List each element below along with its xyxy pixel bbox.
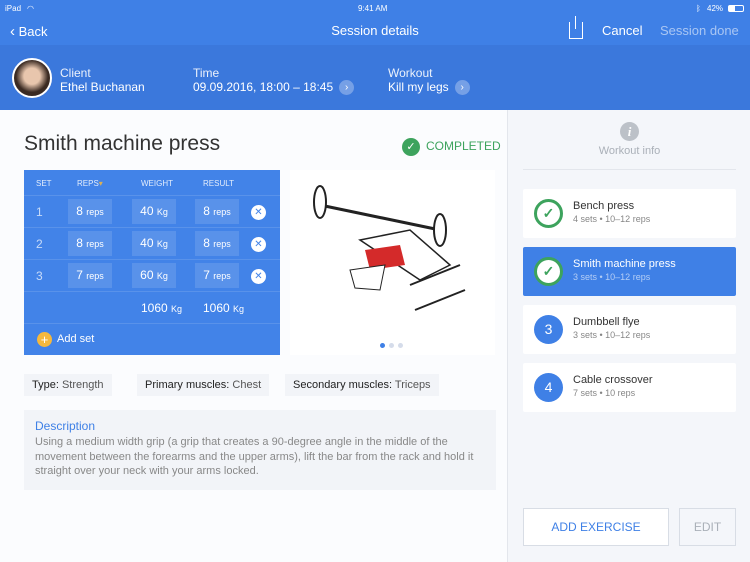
- exercise-card[interactable]: 3 Dumbbell flye 3 sets • 10–12 reps: [523, 305, 736, 354]
- exercise-sets: 3 sets • 10–12 reps: [573, 330, 651, 340]
- result-input[interactable]: 8 reps: [195, 231, 239, 256]
- navigation-bar: iPad ◠ 9:41 AM ᛒ 42% ‹ Back Session deta…: [0, 0, 750, 45]
- battery-level: 42%: [707, 4, 724, 13]
- description-title: Description: [35, 419, 96, 433]
- result-input[interactable]: 7 reps: [195, 263, 239, 288]
- check-circle-icon: ✓: [534, 199, 563, 228]
- secondary-muscles-tag: Secondary muscles: Triceps: [285, 374, 439, 396]
- client-info: Client Ethel Buchanan: [60, 66, 145, 94]
- exercise-name: Cable crossover: [573, 374, 653, 386]
- set-row: 3 7 reps 60 Kg 7 reps ✕: [24, 259, 280, 291]
- number-badge: 4: [534, 373, 563, 402]
- type-tag: Type: Strength: [24, 374, 112, 396]
- set-number: 2: [36, 237, 43, 251]
- back-button[interactable]: ‹ Back: [10, 23, 48, 40]
- add-set-button[interactable]: + Add set: [24, 323, 280, 355]
- col-result: RESULT: [203, 179, 234, 188]
- remove-set-icon[interactable]: ✕: [251, 269, 266, 284]
- chevron-right-icon[interactable]: ›: [339, 80, 355, 96]
- session-header: Client Ethel Buchanan Time 09.09.2016, 18:…: [0, 45, 750, 110]
- session-done-button[interactable]: Session done: [660, 23, 739, 38]
- total-weight: 1060: [141, 301, 168, 315]
- number-badge: 3: [534, 315, 563, 344]
- exercise-card[interactable]: 4 Cable crossover 7 sets • 10 reps: [523, 363, 736, 412]
- exercise-name: Dumbbell flye: [573, 316, 640, 328]
- bench-press-illustration: [313, 185, 466, 311]
- info-icon: i: [620, 122, 639, 141]
- page-dot[interactable]: [389, 343, 394, 348]
- device-label: iPad: [5, 4, 22, 13]
- primary-muscles-tag: Primary muscles: Chest: [137, 374, 270, 396]
- exercise-sets: 4 sets • 10–12 reps: [573, 214, 651, 224]
- description-box: Description Using a medium width grip (a…: [24, 410, 496, 490]
- check-icon: ✓: [402, 138, 420, 156]
- workout-sidebar: i Workout info ✓ Bench press 4 sets • 10…: [507, 110, 750, 562]
- weight-input[interactable]: 40 Kg: [132, 231, 176, 256]
- set-row: 2 8 reps 40 Kg 8 reps ✕: [24, 227, 280, 259]
- reps-input[interactable]: 7 reps: [68, 263, 112, 288]
- sets-table: SET REPS▾ WEIGHT RESULT 1 8 reps 40 Kg 8…: [24, 170, 280, 355]
- workout-info[interactable]: Workout Kill my legs ›: [388, 66, 470, 96]
- edit-button[interactable]: EDIT: [679, 508, 736, 546]
- exercise-illustration[interactable]: [290, 170, 495, 355]
- plus-icon: +: [37, 332, 52, 347]
- remove-set-icon[interactable]: ✕: [251, 205, 266, 220]
- set-number: 3: [36, 269, 43, 283]
- reps-input[interactable]: 8 reps: [68, 231, 112, 256]
- weight-input[interactable]: 60 Kg: [132, 263, 176, 288]
- battery-icon: [728, 5, 744, 12]
- sort-down-icon: ▾: [98, 179, 103, 188]
- add-exercise-button[interactable]: ADD EXERCISE: [523, 508, 669, 546]
- page-dot-active[interactable]: [380, 343, 385, 348]
- result-input[interactable]: 8 reps: [195, 199, 239, 224]
- bluetooth-icon: ᛒ: [696, 4, 701, 13]
- page-dot[interactable]: [398, 343, 403, 348]
- share-icon[interactable]: [569, 16, 583, 39]
- divider: [523, 169, 736, 170]
- chevron-right-icon[interactable]: ›: [454, 80, 470, 96]
- col-set: SET: [36, 179, 52, 188]
- exercise-name: Smith machine press: [573, 258, 676, 270]
- cancel-button[interactable]: Cancel: [602, 23, 642, 38]
- reps-input[interactable]: 8 reps: [68, 199, 112, 224]
- col-weight: WEIGHT: [141, 179, 173, 188]
- exercise-sets: 7 sets • 10 reps: [573, 388, 636, 398]
- workout-info-button[interactable]: i Workout info: [508, 122, 750, 157]
- chevron-left-icon: ‹: [10, 23, 15, 40]
- completed-badge: ✓ COMPLETED: [402, 138, 501, 156]
- description-text: Using a medium width grip (a grip that c…: [35, 436, 474, 477]
- client-avatar: [12, 58, 52, 98]
- remove-set-icon[interactable]: ✕: [251, 237, 266, 252]
- set-number: 1: [36, 205, 43, 219]
- wifi-icon: ◠: [27, 4, 34, 13]
- totals-row: 1060 Kg 1060 Kg: [24, 291, 280, 323]
- clock: 9:41 AM: [358, 4, 388, 13]
- time-info[interactable]: Time 09.09.2016, 18:00 – 18:45 ›: [193, 66, 355, 96]
- exercise-name: Bench press: [573, 200, 635, 212]
- set-row: 1 8 reps 40 Kg 8 reps ✕: [24, 195, 280, 227]
- check-circle-icon: ✓: [534, 257, 563, 286]
- col-reps-sort[interactable]: REPS▾: [77, 179, 103, 188]
- exercise-sets: 3 sets • 10–12 reps: [573, 272, 651, 282]
- exercise-title: Smith machine press: [24, 132, 221, 155]
- exercise-card[interactable]: ✓ Smith machine press 3 sets • 10–12 rep…: [523, 247, 736, 296]
- weight-input[interactable]: 40 Kg: [132, 199, 176, 224]
- exercise-card[interactable]: ✓ Bench press 4 sets • 10–12 reps: [523, 189, 736, 238]
- total-result: 1060: [203, 301, 230, 315]
